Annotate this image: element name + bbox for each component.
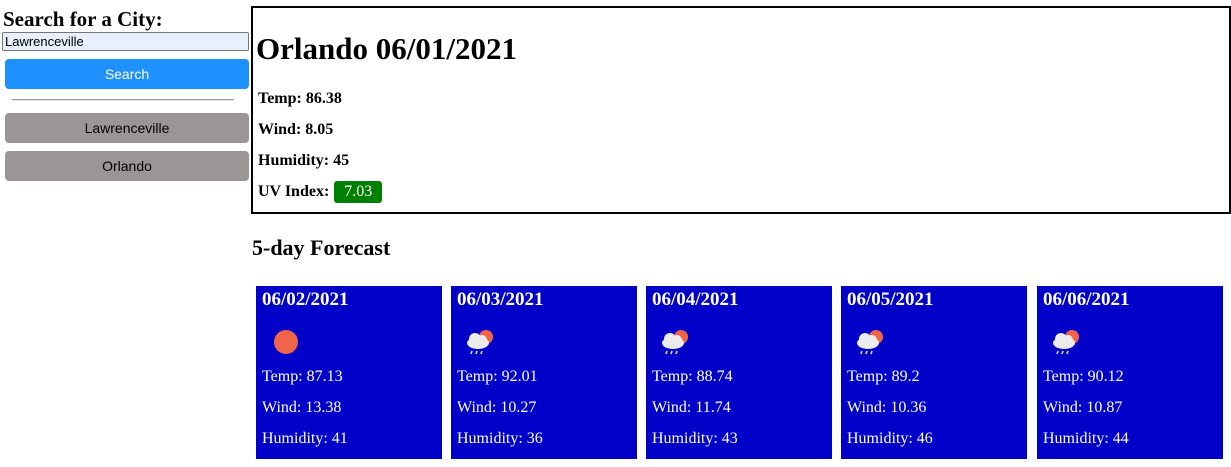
history-button-orlando[interactable]: Orlando [5, 151, 249, 181]
forecast-temp: Temp: 92.01 [457, 368, 538, 385]
history-button-lawrenceville[interactable]: Lawrenceville [5, 113, 249, 143]
forecast-date: 06/03/2021 [457, 289, 544, 310]
forecast-temp: Temp: 88.74 [652, 368, 733, 385]
forecast-wind: Wind: 10.87 [1043, 399, 1123, 416]
rain-icon [1053, 330, 1079, 355]
search-heading: Search for a City: [3, 7, 163, 31]
current-temp: Temp: 86.38 [258, 90, 342, 107]
sun-icon [274, 330, 298, 354]
forecast-humidity: Humidity: 46 [847, 430, 933, 447]
forecast-heading: 5-day Forecast [252, 235, 391, 260]
forecast-date: 06/06/2021 [1043, 289, 1130, 310]
forecast-humidity: Humidity: 41 [262, 430, 348, 447]
forecast-card: 06/05/2021 Temp: 89.2 Wind: 10.36 Humidi… [841, 286, 1027, 459]
forecast-temp: Temp: 87.13 [262, 368, 343, 385]
current-wind: Wind: 8.05 [258, 121, 334, 138]
forecast-card: 06/04/2021 Temp: 88.74 Wind: 11.74 Humid… [646, 286, 832, 459]
forecast-wind: Wind: 10.27 [457, 399, 537, 416]
rain-icon [857, 330, 883, 355]
forecast-card: 06/02/2021 Temp: 87.13 Wind: 13.38 Humid… [256, 286, 442, 459]
search-button[interactable]: Search [5, 59, 249, 89]
forecast-wind: Wind: 10.36 [847, 399, 927, 416]
forecast-temp: Temp: 90.12 [1043, 368, 1124, 385]
forecast-temp: Temp: 89.2 [847, 368, 920, 385]
city-search-input[interactable] [2, 32, 249, 51]
forecast-card: 06/06/2021 Temp: 90.12 Wind: 10.87 Humid… [1037, 286, 1223, 459]
rain-icon [467, 330, 493, 355]
forecast-wind: Wind: 13.38 [262, 399, 342, 416]
forecast-card: 06/03/2021 Temp: 92.01 Wind: 10.27 Humid… [451, 286, 637, 459]
uv-label: UV Index: [258, 183, 330, 200]
rain-icon [662, 330, 688, 355]
search-sidebar: Search for a City: Search Lawrenceville … [0, 0, 251, 467]
current-uv-line: UV Index: 7.03 [258, 181, 383, 203]
current-weather-panel: Orlando 06/01/2021 Temp: 86.38 Wind: 8.0… [251, 6, 1231, 214]
divider [12, 99, 234, 101]
forecast-date: 06/05/2021 [847, 289, 934, 310]
forecast-wind: Wind: 11.74 [652, 399, 731, 416]
search-history: Lawrenceville Orlando [5, 113, 249, 189]
forecast-date: 06/04/2021 [652, 289, 739, 310]
forecast-date: 06/02/2021 [262, 289, 349, 310]
forecast-humidity: Humidity: 36 [457, 430, 543, 447]
current-humidity: Humidity: 45 [258, 152, 350, 169]
uv-index-badge: 7.03 [334, 181, 383, 203]
forecast-humidity: Humidity: 44 [1043, 430, 1129, 447]
forecast-humidity: Humidity: 43 [652, 430, 738, 447]
current-city-title: Orlando 06/01/2021 [256, 31, 517, 66]
